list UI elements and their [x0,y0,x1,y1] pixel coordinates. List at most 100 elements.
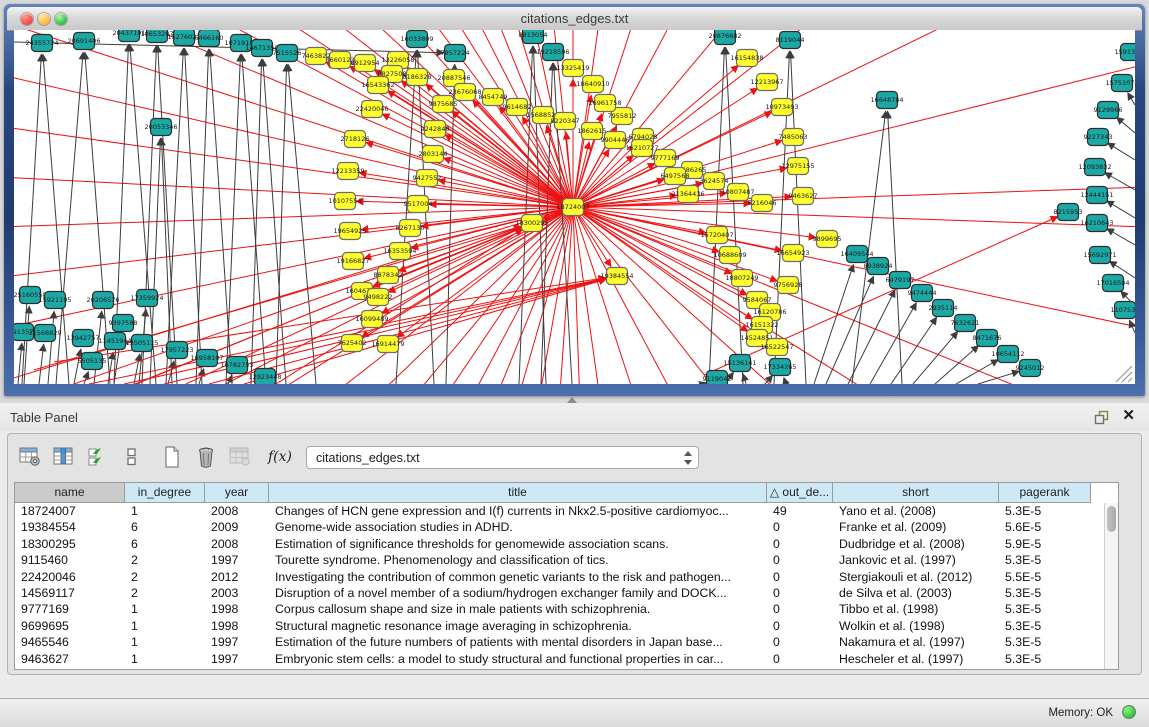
table-cell: Jankovic et al. (1997) [833,552,999,568]
table-cell: 5.3E-5 [999,552,1091,568]
graph-node-label: 2803144 [419,150,448,158]
table-cell: 2003 [205,585,269,601]
graph-node-label: 18807249 [725,274,758,282]
graph-node-label: 17016504 [1096,279,1129,287]
table-row[interactable]: 911546021997Tourette syndrome. Phenomeno… [15,552,1118,568]
graph-edge [784,377,786,384]
memory-status-indicator[interactable] [1122,705,1136,719]
graph-node-label: 8878342 [374,271,403,279]
graph-node-label: 9517004 [404,200,433,208]
table-row[interactable]: 1456911722003Disruption of a novel membe… [15,585,1118,601]
network-window-titlebar[interactable]: citations_edges.txt [7,7,1142,31]
citation-network-graph: 1872400786601238912954132260589827508818… [14,30,1135,384]
column-header-pagerank[interactable]: pagerank [999,483,1091,503]
table-row[interactable]: 977716911998Corpus callosum shape and si… [15,601,1118,617]
graph-node-label: 10107554 [328,197,361,205]
graph-node-label: 12213359 [331,167,364,175]
table-cell: 22420046 [15,569,125,585]
graph-node-label: 17359924 [130,294,163,302]
graph-node-label: 6479197 [886,276,915,284]
scrollbar-thumb[interactable] [1107,506,1116,532]
table-row[interactable]: 2242004622012Investigating the contribut… [15,569,1118,585]
graph-node-label: 9904446 [601,136,630,144]
graph-node-label: 15751074 [1105,79,1135,87]
graph-node-label: 9242848 [421,125,450,133]
column-header-title[interactable]: title [269,483,767,503]
graph-node-label: 16409544 [840,250,873,258]
table-row[interactable]: 1872400712008Changes of HCN gene express… [15,503,1118,519]
graph-node-label: 18640910 [576,80,609,88]
table-cell: Tourette syndrome. Phenomenology and cla… [269,552,767,568]
table-row[interactable]: 946362711997Embryonic stem cells: a mode… [15,651,1118,667]
table-columns-icon[interactable] [52,445,76,469]
close-panel-icon[interactable]: ✕ [1122,407,1135,425]
table-row[interactable]: 1938455462009Genome-wide association stu… [15,519,1118,535]
graph-node-label: 20206576 [86,296,119,304]
table-cell: Dudbridge et al. (2008) [833,536,999,552]
graph-node-label: 16099489 [355,315,388,323]
table-cell: 0 [767,536,833,552]
table-panel: Table Panel ✕ [0,403,1149,699]
memory-status-label: Memory: OK [1048,707,1113,719]
graph-node-label: 12975155 [781,162,814,170]
table-row[interactable]: 946554611997Estimation of the future num… [15,634,1118,650]
graph-node-label: 20887546 [437,74,470,82]
graph-edge [185,48,202,384]
graph-node-label: 20053346 [144,123,177,131]
graph-edge [74,349,81,384]
graph-node-label: 13226058 [381,56,414,64]
table-cell: 9115460 [15,552,125,568]
graph-edge [848,290,895,384]
float-panel-icon[interactable] [1094,410,1109,425]
graph-node-label: 8215953 [1054,208,1083,216]
graph-node-label: 9777169 [651,154,680,162]
table-cell: 6 [125,519,205,535]
select-all-icon[interactable] [86,445,110,469]
column-header-out_de[interactable]: △ out_de... [767,483,833,503]
graph-edge [18,343,22,384]
graph-node-label: 16961758 [588,99,621,107]
column-header-name[interactable]: name [15,483,125,503]
graph-node-label: 5505135 [78,357,107,365]
column-header-short[interactable]: short [833,483,999,503]
application-window: citations_edges.txt 18724007866012389129… [0,0,1149,727]
table-cell: Embryonic stem cells: a model to study s… [269,651,767,667]
table-cell: Investigating the contribution of common… [269,569,767,585]
graph-edge [913,331,958,384]
graph-node-label: 9245012 [1016,364,1045,372]
table-cell: 9699695 [15,618,125,634]
function-builder-icon[interactable]: f(x) [268,449,292,465]
graph-node-label: 1862615 [578,127,607,135]
table-cell: 18300295 [15,536,125,552]
graph-node-label: 8186328 [403,73,432,81]
graph-edge [888,111,902,384]
table-row[interactable]: 969969511998Structural magnetic resonanc… [15,618,1118,634]
table-row[interactable]: 1830029562008Estimation of significance … [15,536,1118,552]
graph-node-label: 7955812 [608,112,637,120]
graph-node-label: 16654923 [776,249,809,257]
graph-node-label: 13505115 [125,339,158,347]
graph-edge [573,207,1135,384]
canvas-resize-grip[interactable] [1116,366,1132,382]
table-cell: Tibbo et al. (1998) [833,601,999,617]
table-cell: 1 [125,601,205,617]
delete-table-icon[interactable] [194,445,218,469]
column-header-in_degree[interactable]: in_degree [125,483,205,503]
graph-node-label: 16353594 [383,247,416,255]
graph-edge [1128,93,1135,106]
table-settings-icon[interactable] [18,445,42,469]
table-cell: Corpus callosum shape and size in male p… [269,601,767,617]
table-cell: 9463627 [15,651,125,667]
table-select-dropdown[interactable]: citations_edges.txt [306,446,699,469]
graph-node-label: 8267130 [396,224,425,232]
graph-edge [573,207,720,252]
table-cell: 0 [767,634,833,650]
table-cell: 18724007 [15,503,125,519]
rows-icon[interactable] [120,445,144,469]
vertical-scrollbar[interactable] [1104,503,1118,669]
graph-node-label: 9498222 [364,293,393,301]
column-header-year[interactable]: year [205,483,269,503]
new-table-icon[interactable] [160,445,184,469]
network-canvas[interactable]: 1872400786601238912954132260589827508818… [14,30,1135,384]
graph-edge [84,371,88,384]
